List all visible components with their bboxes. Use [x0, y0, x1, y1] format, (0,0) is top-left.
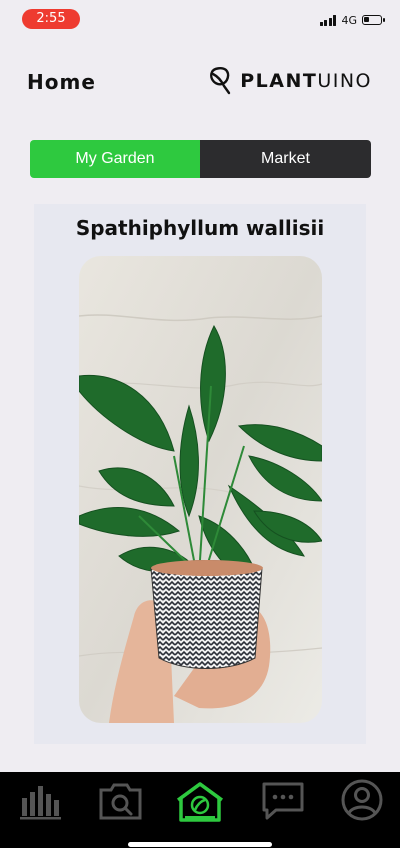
plant-image: [79, 256, 322, 723]
segmented-tabs: My Garden Market: [30, 140, 371, 178]
battery-icon: [362, 15, 385, 25]
bottom-nav: [0, 772, 400, 848]
chat-icon: [262, 782, 304, 820]
nav-scan[interactable]: [96, 778, 146, 824]
signal-icon: [319, 14, 337, 26]
tab-my-garden[interactable]: My Garden: [30, 140, 200, 178]
plant-photo[interactable]: [79, 256, 322, 723]
nav-stats[interactable]: [17, 778, 67, 824]
clock: 2:55: [22, 9, 80, 29]
nav-messages[interactable]: [258, 778, 308, 824]
page-title: Home: [27, 70, 96, 94]
brand-logo: PLANTUINO: [206, 66, 372, 96]
leaf-logo-icon: [210, 67, 231, 95]
header: Home PLANTUINO: [0, 48, 400, 118]
camera-search-icon: [99, 783, 142, 820]
stats-icon: [20, 786, 61, 820]
nav-profile[interactable]: [337, 778, 387, 824]
status-bar: 2:55 4G: [0, 0, 400, 40]
brand-name-light: UINO: [317, 70, 372, 92]
plant-card[interactable]: Spathiphyllum wallisii: [34, 204, 366, 744]
brand-name-bold: PLANT: [240, 70, 318, 92]
greenhouse-icon: [176, 782, 224, 822]
nav-garden[interactable]: [175, 778, 225, 824]
brand-name: PLANTUINO: [240, 70, 372, 92]
tab-market[interactable]: Market: [200, 140, 371, 178]
network-label: 4G: [341, 13, 357, 27]
plant-name: Spathiphyllum wallisii: [75, 216, 325, 240]
status-indicators: 4G: [319, 13, 385, 27]
home-indicator: [128, 842, 272, 847]
profile-icon: [341, 779, 383, 821]
